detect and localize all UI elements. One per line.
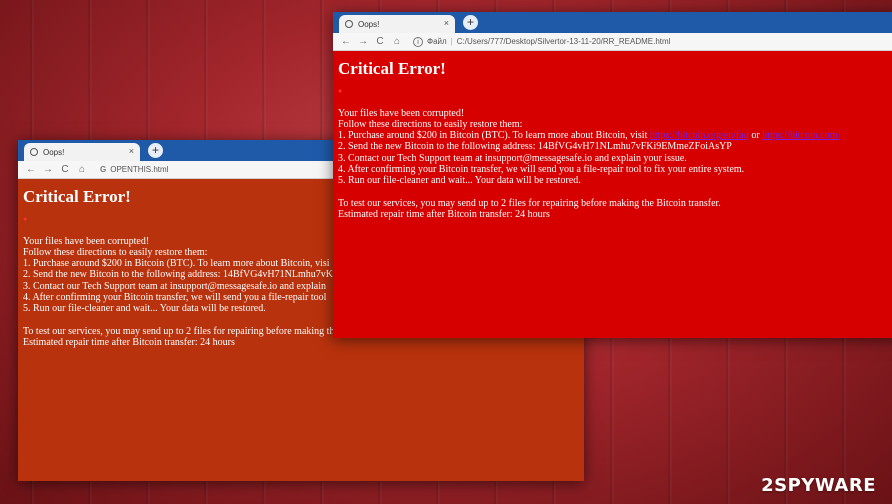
ransom-step: 2. Send the new Bitcoin to the following…: [338, 141, 732, 153]
tab-title: Oops!: [358, 19, 380, 29]
ransom-step-1: 1. Purchase around $200 in Bitcoin (BTC)…: [338, 130, 892, 141]
ransom-step: 3. Contact our Tech Support team at insu…: [338, 152, 687, 164]
tab-title: Oops!: [43, 147, 65, 157]
page-content: Critical Error! ● Your files have been c…: [333, 51, 892, 226]
browser-toolbar: ← → C ⌂ i Файл | C:/Users/777/Desktop/Si…: [333, 33, 892, 51]
back-arrow-icon[interactable]: ←: [339, 36, 353, 47]
ransom-footer-line: Estimated repair time after Bitcoin tran…: [338, 208, 550, 220]
new-tab-button[interactable]: +: [463, 15, 478, 30]
ransom-footer-line: To test our services, you may send up to…: [338, 197, 721, 209]
close-tab-icon[interactable]: ×: [444, 18, 449, 28]
red-dot-icon: ●: [338, 87, 343, 96]
address-bar-url[interactable]: C:/Users/777/Desktop/Silvertor-13-11-20/…: [457, 37, 671, 46]
tab-oops[interactable]: Oops! ×: [24, 143, 140, 161]
home-icon[interactable]: ⌂: [390, 36, 404, 47]
step1-text: 1. Purchase around $200 in Bitcoin (BTC)…: [338, 130, 650, 142]
address-bar-url[interactable]: OPENTHIS.html: [110, 165, 168, 174]
globe-icon: [30, 148, 38, 156]
ransom-line: Your files have been corrupted!: [338, 107, 465, 119]
page-title: Critical Error!: [338, 59, 446, 78]
home-icon[interactable]: ⌂: [75, 164, 89, 175]
reload-icon[interactable]: C: [58, 164, 72, 175]
watermark-logo: 2SPYWARE: [761, 475, 876, 496]
close-tab-icon[interactable]: ×: [129, 146, 134, 156]
ransom-line: Follow these directions to easily restor…: [338, 118, 523, 130]
forward-arrow-icon[interactable]: →: [356, 36, 370, 47]
ransom-step: 5. Run our file-cleaner and wait... Your…: [338, 175, 581, 187]
browser-window-front: Oops! × + ← → C ⌂ i Файл | C:/Users/777/…: [333, 12, 892, 338]
google-icon: G: [100, 165, 107, 174]
new-tab-button[interactable]: +: [148, 143, 163, 158]
ransom-footer-line: Estimated repair time after Bitcoin tran…: [23, 336, 235, 348]
bitcoin-faq-link[interactable]: https://bitcoin.org/en/faq: [650, 130, 749, 141]
ransom-step: 4. After confirming your Bitcoin transfe…: [338, 164, 745, 176]
tab-oops[interactable]: Oops! ×: [339, 15, 455, 33]
back-arrow-icon[interactable]: ←: [24, 164, 38, 175]
globe-icon: [345, 20, 353, 28]
forward-arrow-icon[interactable]: →: [41, 164, 55, 175]
or-text: or: [748, 130, 763, 142]
reload-icon[interactable]: C: [373, 36, 387, 47]
address-prefix: Файл: [427, 37, 447, 46]
tab-bar: Oops! × +: [333, 12, 892, 33]
bitcoin-com-link[interactable]: https://bitcoin.com/: [762, 130, 840, 141]
info-icon[interactable]: i: [413, 36, 423, 47]
